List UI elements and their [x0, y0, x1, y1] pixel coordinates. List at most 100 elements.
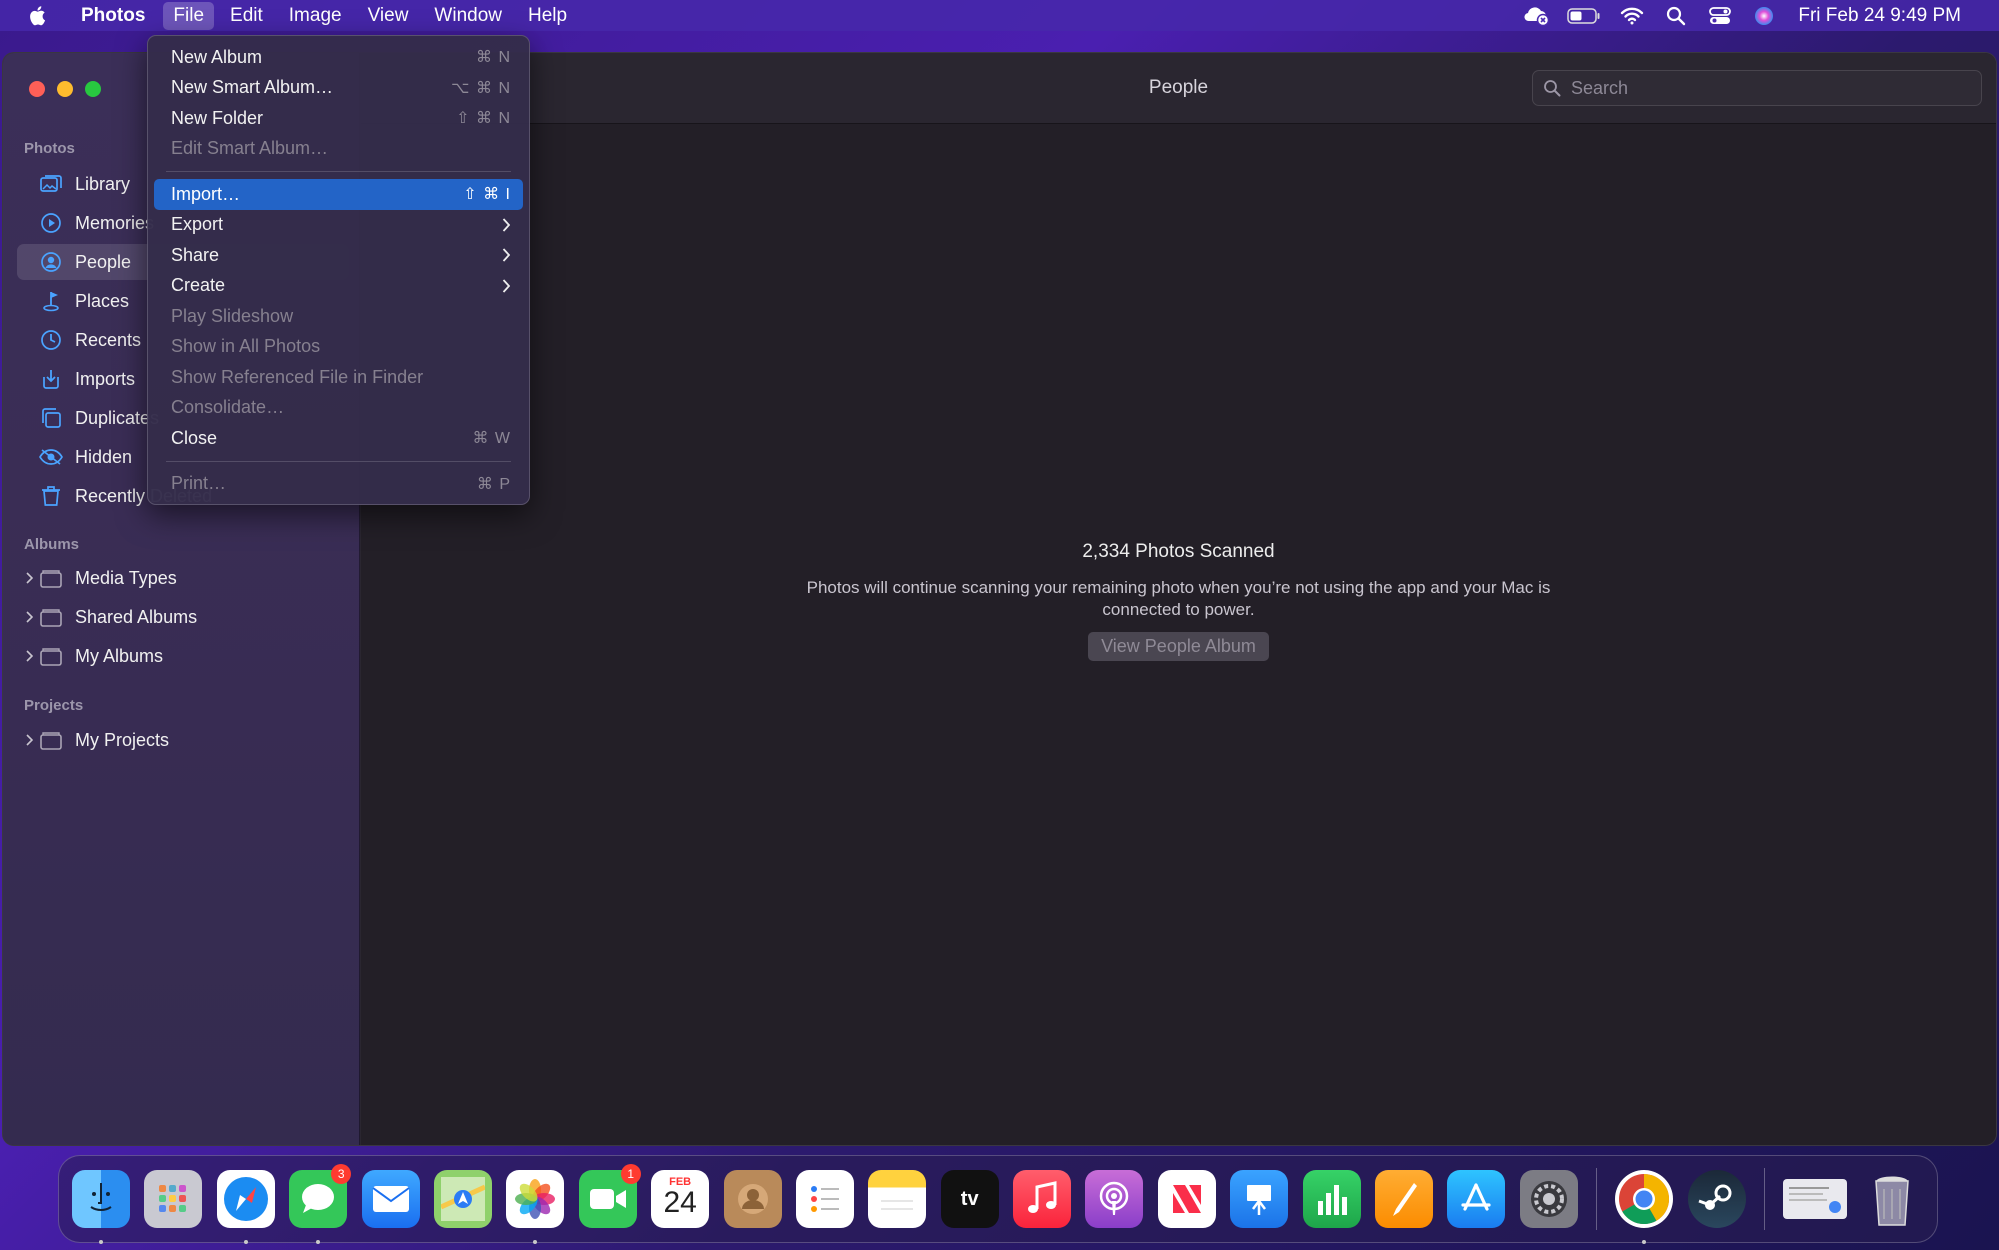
wifi-icon[interactable]: [1618, 5, 1646, 27]
search-input[interactable]: [1571, 77, 1971, 99]
numbers-icon[interactable]: [1302, 1170, 1361, 1228]
minimize-window-button[interactable]: [57, 81, 73, 97]
file-menu-dropdown: New Album ⌘ N New Smart Album… ⌥ ⌘ N New…: [147, 35, 530, 505]
disclosure-chevron-icon[interactable]: [23, 734, 35, 746]
recents-icon: [39, 328, 63, 352]
menu-item-new-album[interactable]: New Album ⌘ N: [154, 42, 523, 73]
menu-item-share[interactable]: Share: [154, 240, 523, 271]
system-preferences-icon[interactable]: [1519, 1170, 1578, 1228]
menu-item-label: Create: [171, 275, 226, 296]
search-icon: [1543, 79, 1561, 97]
appletv-label: tv: [960, 1187, 979, 1210]
sidebar-item-label: My Albums: [75, 645, 164, 666]
menu-view[interactable]: View: [358, 0, 419, 31]
reminders-icon[interactable]: [795, 1170, 854, 1228]
folder-icon: [39, 644, 63, 668]
steam-icon[interactable]: [1687, 1170, 1746, 1228]
folder-icon: [39, 728, 63, 752]
contacts-icon[interactable]: [723, 1170, 782, 1228]
menu-window[interactable]: Window: [424, 0, 512, 31]
dock: 3 1 FEB 24 tv: [58, 1155, 1938, 1244]
pages-icon[interactable]: [1375, 1170, 1434, 1228]
news-icon[interactable]: [1157, 1170, 1216, 1228]
menu-item-play-slideshow: Play Slideshow: [154, 301, 523, 332]
appletv-icon[interactable]: tv: [940, 1170, 999, 1228]
shortcut-label: ⇧ ⌘ N: [456, 110, 511, 128]
sidebar-item-label: Places: [75, 290, 130, 311]
menu-item-show-in-all-photos: Show in All Photos: [154, 332, 523, 363]
keynote-icon[interactable]: [1230, 1170, 1289, 1228]
menu-item-import[interactable]: Import… ⇧ ⌘ I: [154, 179, 523, 210]
menu-file[interactable]: File: [163, 1, 215, 30]
maximize-window-button[interactable]: [85, 81, 101, 97]
calendar-day: 24: [663, 1186, 697, 1219]
chrome-icon[interactable]: [1615, 1170, 1674, 1244]
menu-app-name[interactable]: Photos: [71, 0, 155, 31]
menu-item-create[interactable]: Create: [154, 271, 523, 302]
dock-divider: [1763, 1168, 1765, 1230]
cloud-error-icon[interactable]: [1522, 5, 1550, 27]
sidebar-item-label: Recents: [75, 329, 142, 350]
menu-item-label: Print…: [171, 473, 227, 494]
menu-item-show-referenced-file: Show Referenced File in Finder: [154, 362, 523, 393]
control-center-icon[interactable]: [1706, 5, 1734, 27]
calendar-icon[interactable]: FEB 24: [651, 1170, 710, 1228]
notes-icon[interactable]: [868, 1170, 927, 1228]
podcasts-icon[interactable]: [1085, 1170, 1144, 1228]
sidebar-item-label: Hidden: [75, 446, 133, 467]
mail-icon[interactable]: [361, 1170, 420, 1228]
disclosure-chevron-icon[interactable]: [23, 611, 35, 623]
maps-icon[interactable]: [433, 1170, 492, 1228]
menu-help[interactable]: Help: [518, 0, 577, 31]
menu-item-new-smart-album[interactable]: New Smart Album… ⌥ ⌘ N: [154, 73, 523, 104]
view-people-album-button[interactable]: View People Album: [1088, 632, 1269, 661]
finder-icon[interactable]: [72, 1170, 130, 1244]
menu-item-consolidate: Consolidate…: [154, 393, 523, 424]
running-indicator: [99, 1240, 103, 1244]
trash-icon[interactable]: [1863, 1170, 1921, 1228]
downloads-stack-icon[interactable]: [1782, 1179, 1847, 1219]
menu-clock[interactable]: Fri Feb 24 9:49 PM: [1798, 5, 1961, 27]
sidebar-item-media-types[interactable]: Media Types: [17, 560, 349, 596]
running-indicator: [243, 1240, 248, 1244]
menu-item-close[interactable]: Close ⌘ W: [154, 423, 523, 454]
photos-icon[interactable]: [506, 1170, 565, 1244]
messages-icon[interactable]: 3: [289, 1164, 352, 1244]
dock-divider: [1596, 1168, 1598, 1230]
sidebar-item-label: Library: [75, 173, 131, 194]
menu-item-label: New Smart Album…: [171, 77, 334, 98]
music-icon[interactable]: [1013, 1170, 1072, 1228]
battery-icon[interactable]: [1566, 5, 1602, 27]
menu-item-new-folder[interactable]: New Folder ⇧ ⌘ N: [154, 103, 523, 134]
running-indicator: [533, 1240, 538, 1244]
scan-status: 2,334 Photos Scanned Photos will continu…: [361, 541, 1996, 661]
menu-image[interactable]: Image: [279, 0, 352, 31]
shortcut-label: ⌘ P: [476, 475, 511, 493]
facetime-icon[interactable]: 1: [578, 1164, 641, 1228]
menu-item-export[interactable]: Export: [154, 210, 523, 241]
running-indicator: [1642, 1240, 1647, 1244]
menu-item-label: New Folder: [171, 107, 264, 128]
close-window-button[interactable]: [29, 81, 45, 97]
main-content: People 2,334 Photos Scanned Photos will …: [361, 53, 1996, 1145]
spotlight-icon[interactable]: [1662, 5, 1690, 27]
appstore-icon[interactable]: [1447, 1170, 1506, 1228]
menu-edit[interactable]: Edit: [220, 0, 273, 31]
imports-icon: [39, 367, 63, 391]
menu-item-label: Edit Smart Album…: [171, 138, 329, 159]
disclosure-chevron-icon[interactable]: [23, 650, 35, 662]
sidebar-item-my-projects[interactable]: My Projects: [17, 722, 349, 758]
safari-icon[interactable]: [216, 1170, 275, 1244]
siri-icon[interactable]: [1750, 5, 1778, 27]
menu-item-label: Show Referenced File in Finder: [171, 366, 424, 387]
sidebar-item-my-albums[interactable]: My Albums: [17, 638, 349, 674]
launchpad-icon[interactable]: [144, 1170, 203, 1228]
disclosure-chevron-icon[interactable]: [23, 572, 35, 584]
search-field[interactable]: [1532, 70, 1982, 106]
scan-description: Photos will continue scanning your remai…: [361, 577, 1996, 621]
sidebar-section-photos: Photos: [24, 140, 75, 157]
apple-menu-icon[interactable]: [27, 5, 47, 27]
sidebar-item-shared-albums[interactable]: Shared Albums: [17, 599, 349, 635]
trash-icon: [39, 484, 63, 508]
menu-item-label: Share: [171, 244, 220, 265]
